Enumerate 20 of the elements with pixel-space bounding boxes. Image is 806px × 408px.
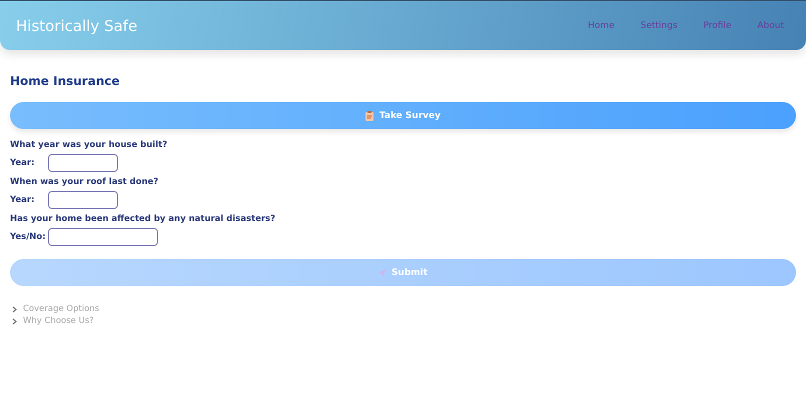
collapsible-section[interactable]: Why Choose Us? <box>10 315 94 327</box>
input-field[interactable] <box>48 228 158 246</box>
collapsible-section[interactable]: Coverage Options <box>10 303 100 315</box>
input-field[interactable] <box>48 154 118 172</box>
site-title: Historically Safe <box>16 16 138 34</box>
nav-link[interactable]: About <box>757 20 784 30</box>
send-icon <box>378 268 386 276</box>
input-field[interactable] <box>48 191 118 209</box>
field-label: Year: <box>10 195 36 205</box>
nav-link[interactable]: Settings <box>640 20 678 30</box>
field-label: Yes/No: <box>10 232 47 242</box>
field-label: Year: <box>10 158 36 168</box>
clipboard-icon <box>365 110 374 120</box>
page-heading: Home Insurance <box>10 74 121 88</box>
question-text: Has your home been affected by any natural disasters? <box>10 214 276 224</box>
question-text: When was your roof last done? <box>10 177 160 187</box>
take-survey-button[interactable]: Take Survey <box>10 102 796 129</box>
nav-link[interactable]: Profile <box>703 20 732 30</box>
question-text: What year was your house built? <box>10 140 168 150</box>
nav-link[interactable]: Home <box>588 20 614 30</box>
